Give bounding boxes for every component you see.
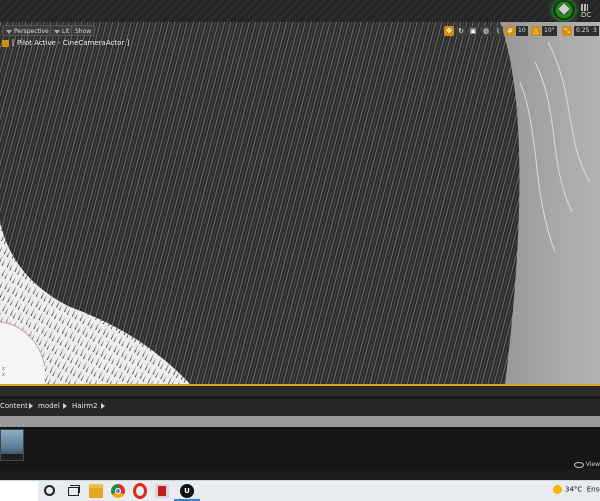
weather-widget[interactable]: 34°C Ensol — [553, 485, 600, 494]
taskbar-search-box[interactable] — [0, 481, 38, 501]
eye-icon — [573, 461, 584, 468]
view-mode-button[interactable]: Lit — [50, 25, 74, 36]
top-right-label: DC — [581, 11, 592, 19]
camera-speed-value[interactable]: 3 — [591, 26, 599, 36]
view-options-label: View — [585, 461, 600, 468]
windows-taskbar: U 34°C Ensol — [0, 480, 600, 501]
asset-caption — [1, 454, 23, 460]
grid-snap-icon[interactable]: # — [505, 26, 515, 36]
axis-gizmo-icon: zx — [2, 366, 5, 378]
breadcrumb-arrow-icon[interactable] — [63, 403, 67, 409]
world-local-icon[interactable]: ◍ — [481, 26, 491, 36]
task-view-icon[interactable] — [67, 484, 81, 498]
scale-icon[interactable]: ▣ — [468, 26, 478, 36]
top-right-menu[interactable]: DC — [581, 3, 600, 19]
pdf-reader-icon[interactable] — [155, 484, 169, 498]
pilot-indicator[interactable]: [ Pilot Active - CineCameraActor ] — [2, 39, 129, 47]
breadcrumb-model[interactable]: model — [38, 402, 60, 410]
lit-label: Lit — [62, 28, 70, 35]
opera-icon[interactable] — [133, 483, 147, 499]
pilot-label: [ Pilot Active - CineCameraActor ] — [12, 39, 130, 47]
perspective-label: Perspective — [14, 28, 49, 35]
show-button[interactable]: Show — [71, 25, 96, 36]
breadcrumb-hairm2[interactable]: Hairm2 — [72, 402, 98, 410]
chrome-icon[interactable] — [111, 484, 125, 498]
eject-pilot-icon[interactable] — [2, 39, 9, 47]
rotation-snap-icon[interactable]: △ — [531, 26, 541, 36]
breadcrumb-content[interactable]: Content — [0, 402, 28, 410]
content-browser-header — [0, 386, 600, 396]
surface-snap-icon[interactable]: ⌇ — [493, 26, 503, 36]
level-viewport[interactable]: Perspective Lit Show ✥ ↻ ▣ ◍ ⌇ # 10 △ 10… — [0, 22, 600, 386]
scale-snap-value[interactable]: 0.25 — [574, 26, 592, 36]
rotate-icon[interactable]: ↻ — [456, 26, 466, 36]
sun-icon — [553, 485, 562, 494]
viewport-toolbar: Perspective Lit Show ✥ ↻ ▣ ◍ ⌇ # 10 △ 10… — [0, 24, 600, 38]
breadcrumb-arrow-icon[interactable] — [101, 403, 105, 409]
file-explorer-icon[interactable] — [89, 484, 103, 498]
hair-render — [0, 22, 600, 384]
breadcrumb: Content model Hairm2 — [0, 398, 600, 417]
translate-icon[interactable]: ✥ — [444, 26, 454, 36]
breadcrumb-arrow-icon[interactable] — [29, 403, 33, 409]
scale-snap-icon[interactable]: ⤡ — [562, 26, 572, 36]
unreal-engine-icon[interactable]: U — [180, 484, 194, 498]
asset-thumbnail[interactable] — [0, 429, 24, 461]
grid-icon — [581, 3, 588, 11]
temperature-label: 34°C — [565, 485, 583, 494]
editor-title-bar: DC — [0, 0, 600, 23]
viewport-options-button[interactable]: Perspective — [2, 25, 53, 36]
rotation-snap-value[interactable]: 10° — [542, 26, 557, 36]
show-label: Show — [75, 28, 92, 35]
asset-view: View — [0, 427, 600, 469]
view-options-button[interactable]: View — [573, 461, 600, 468]
grid-snap-value[interactable]: 10 — [516, 26, 528, 36]
cortana-icon[interactable] — [44, 485, 55, 496]
play-in-editor-icon[interactable] — [553, 0, 575, 20]
weather-label: Ensol — [586, 485, 600, 494]
